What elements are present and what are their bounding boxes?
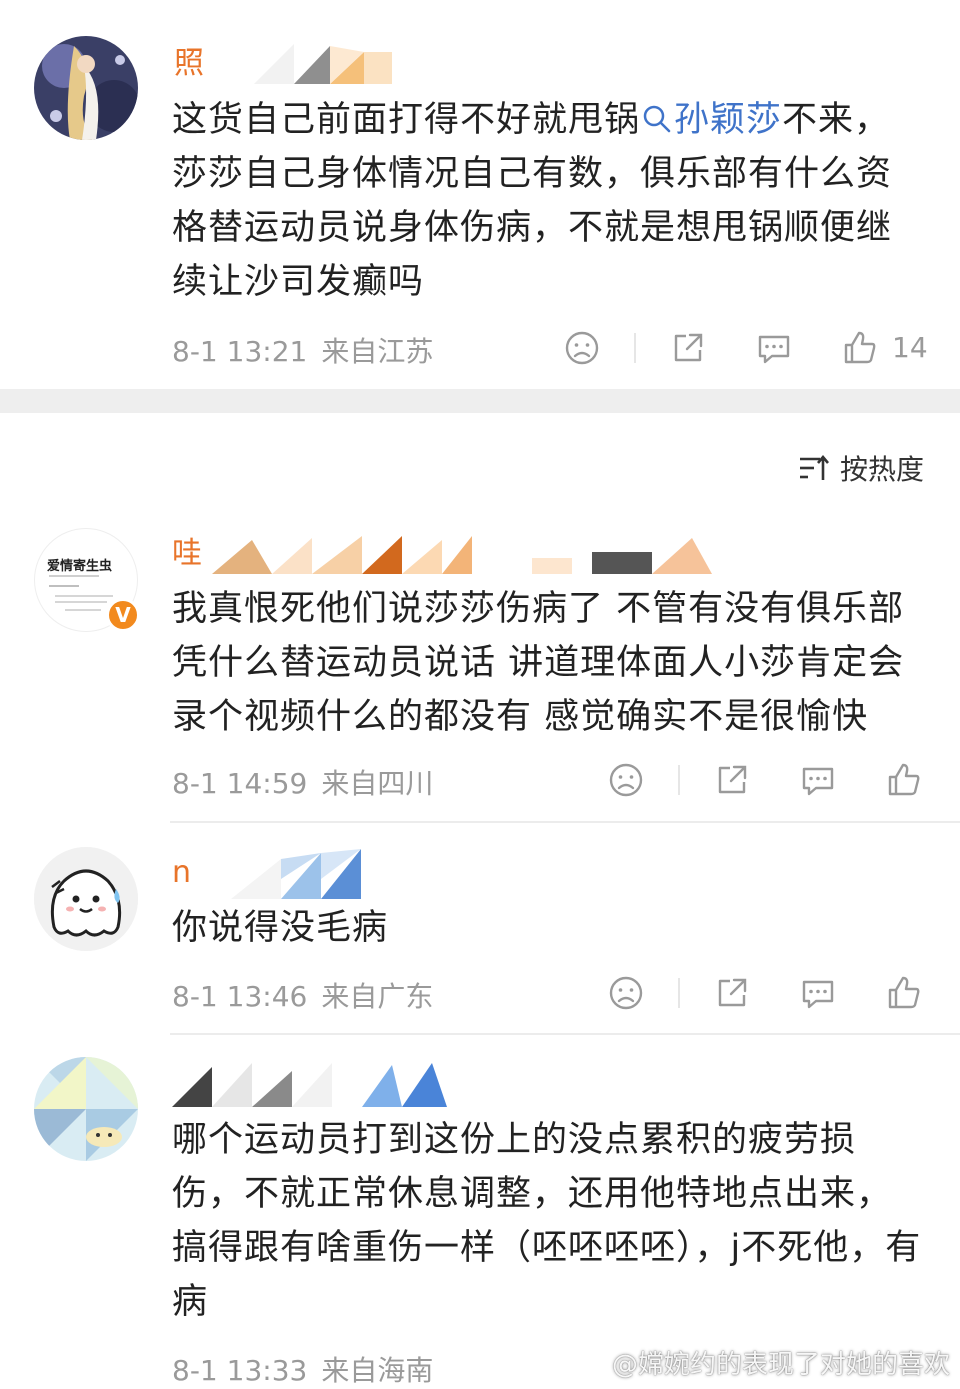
comment-text: 哪个运动员打到这份上的没点累积的疲劳损伤，不就正常休息调整，还用他特地点出来，搞… xyxy=(172,1120,922,1322)
search-icon xyxy=(643,105,671,133)
location: 来自江苏 xyxy=(321,335,434,368)
dislike-icon[interactable] xyxy=(608,762,644,798)
comment-text-part1: 这货自己前面打得不好就甩锅 xyxy=(172,100,641,140)
comment-thread: 照 这货自己前面打得不好就甩锅 孙颖莎不来，莎莎自己身体情况自己有数，俱乐部有什么… xyxy=(0,0,960,1389)
username[interactable]: 哇 xyxy=(172,534,712,574)
comment-item: 哪个运动员打到这份上的没点累积的疲劳损伤，不就正常休息调整，还用他特地点出来，搞… xyxy=(0,1035,960,1389)
like-icon[interactable] xyxy=(886,762,922,798)
top-comment: 照 这货自己前面打得不好就甩锅 孙颖莎不来，莎莎自己身体情况自己有数，俱乐部有什么… xyxy=(0,0,960,389)
username-visible: 哇 xyxy=(172,536,202,571)
username-visible: 照 xyxy=(174,46,204,81)
comment-meta: 8-1 13:46 来自广东 xyxy=(172,975,433,1015)
reply-icon[interactable] xyxy=(800,975,836,1011)
reply-icon[interactable] xyxy=(800,762,836,798)
section-divider xyxy=(0,389,960,413)
location: 来自海南 xyxy=(321,1354,434,1387)
location: 来自四川 xyxy=(321,767,434,800)
like-icon[interactable] xyxy=(842,330,878,366)
username-mosaic xyxy=(201,849,401,899)
like-icon[interactable] xyxy=(886,975,922,1011)
timestamp: 8-1 13:33 xyxy=(172,1354,308,1387)
avatar[interactable] xyxy=(34,36,138,140)
sort-label: 按热度 xyxy=(839,453,924,486)
username[interactable]: n xyxy=(172,849,401,899)
comment-text: 你说得没毛病 xyxy=(172,908,389,948)
verified-badge: V xyxy=(106,598,140,632)
comment-item: n 你说得没毛病 8-1 13:46 来自广东 xyxy=(0,823,960,1033)
share-icon[interactable] xyxy=(670,330,706,366)
topic-link-label: 孙颖莎 xyxy=(674,100,783,140)
comment-meta: 8-1 14:59 来自四川 xyxy=(172,762,433,802)
watermark-text: @嫦婉约的表现了对她的喜欢 xyxy=(611,1350,950,1380)
username-mosaic xyxy=(211,534,712,574)
username[interactable]: 照 xyxy=(174,44,394,84)
timestamp: 8-1 14:59 xyxy=(172,767,308,800)
watermark: @嫦婉约的表现了对她的喜欢 xyxy=(577,1344,950,1381)
dislike-icon[interactable] xyxy=(608,975,644,1011)
avatar[interactable] xyxy=(34,847,138,951)
action-separator xyxy=(678,978,680,1008)
topic-link[interactable]: 孙颖莎 xyxy=(640,100,782,140)
timestamp: 8-1 13:21 xyxy=(172,335,308,368)
sort-icon xyxy=(799,454,829,480)
username-mosaic xyxy=(172,1063,452,1107)
sort-by-hot-button[interactable]: 按热度 xyxy=(798,448,924,488)
action-separator xyxy=(634,333,636,363)
username[interactable] xyxy=(172,1063,452,1107)
share-icon[interactable] xyxy=(714,762,750,798)
like-count: 14 xyxy=(892,331,928,364)
timestamp: 8-1 13:46 xyxy=(172,980,308,1013)
location: 来自广东 xyxy=(321,980,434,1013)
comment-text: 这货自己前面打得不好就甩锅 孙颖莎不来，莎莎自己身体情况自己有数，俱乐部有什么资格… xyxy=(172,93,924,309)
avatar[interactable] xyxy=(34,1057,138,1161)
action-separator xyxy=(678,765,680,795)
username-mosaic xyxy=(214,44,394,84)
share-icon[interactable] xyxy=(714,975,750,1011)
username-visible: n xyxy=(172,855,192,890)
comment-meta: 8-1 13:21 来自江苏 xyxy=(172,330,433,370)
comment-text: 我真恨死他们说莎莎伤病了 不管有没有俱乐部凭什么替运动员说话 讲道理体面人小莎肯… xyxy=(172,589,905,737)
dislike-icon[interactable] xyxy=(564,330,600,366)
weibo-logo-icon xyxy=(577,1353,607,1376)
comment-meta: 8-1 13:33 来自海南 xyxy=(172,1349,433,1389)
comment-item: 爱情寄生虫 V 哇 我真恨死他们说莎莎伤病了 不管有没有俱乐部凭什么替运动员说话… xyxy=(0,510,960,820)
reply-icon[interactable] xyxy=(756,330,792,366)
